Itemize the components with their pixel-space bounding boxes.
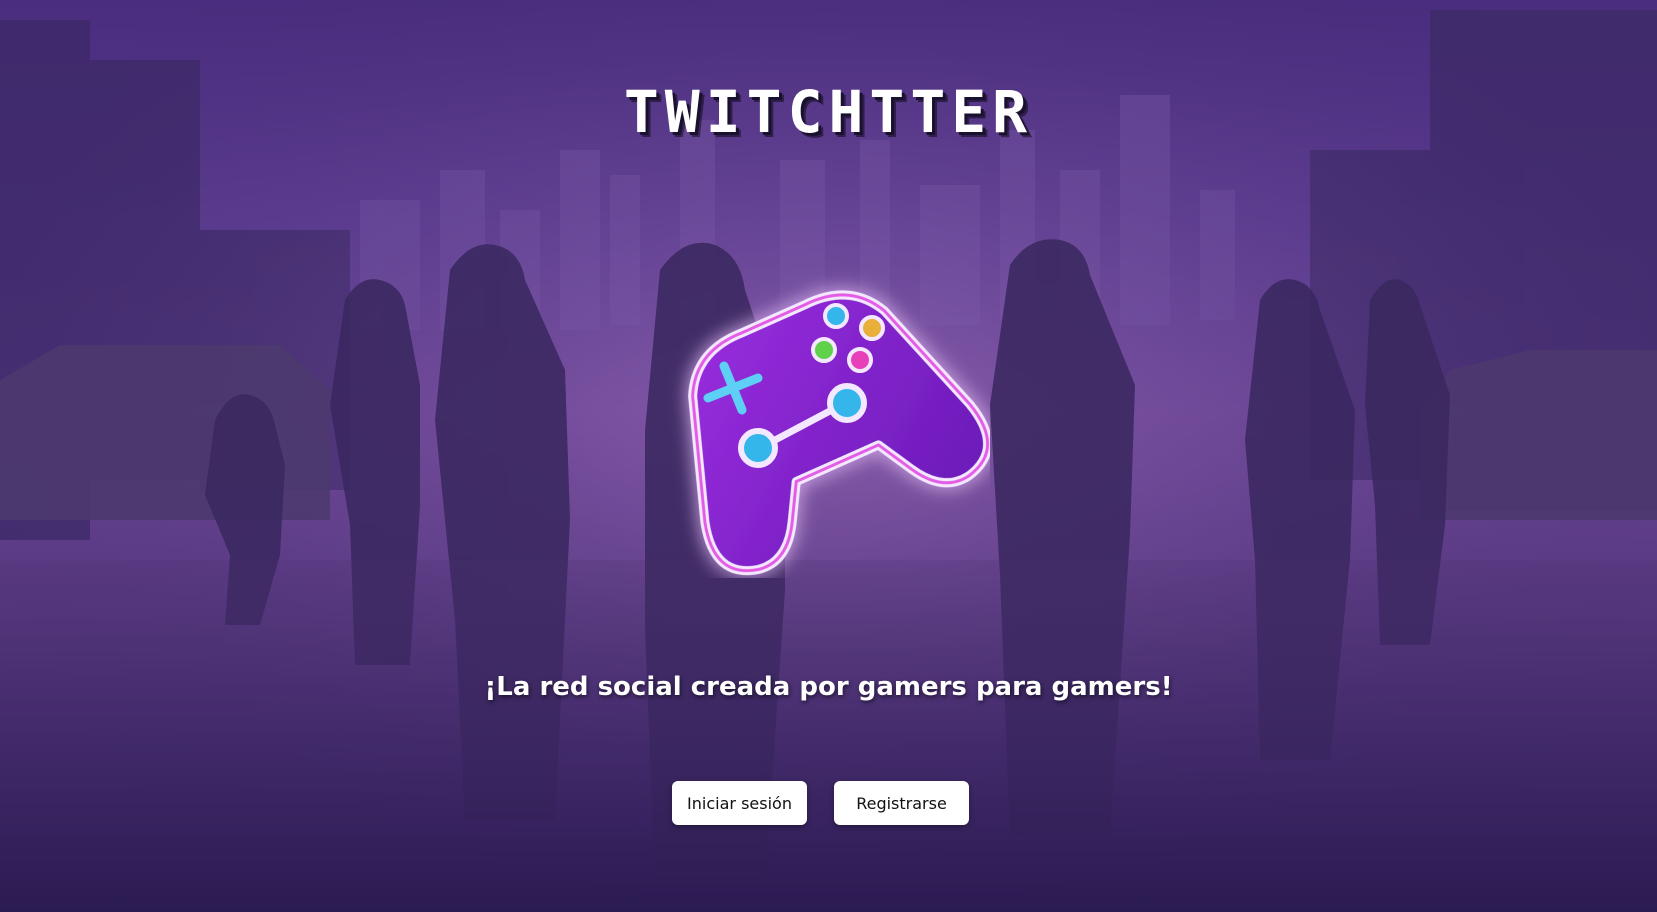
right-stick-icon bbox=[827, 383, 867, 423]
face-button-pink-icon bbox=[847, 347, 873, 373]
gamepad-neon-icon bbox=[688, 290, 990, 576]
register-button[interactable]: Registrarse bbox=[834, 781, 969, 825]
face-button-blue-icon bbox=[823, 303, 849, 329]
landing-page: TWITCHTTER ¡La red social creada por gam… bbox=[0, 0, 1657, 912]
tagline: ¡La red social creada por gamers para ga… bbox=[484, 672, 1173, 702]
face-button-yellow-icon bbox=[859, 315, 885, 341]
face-button-green-icon bbox=[811, 337, 837, 363]
login-button[interactable]: Iniciar sesión bbox=[672, 781, 807, 825]
app-title: TWITCHTTER bbox=[623, 78, 1034, 146]
left-stick-icon bbox=[738, 428, 778, 468]
